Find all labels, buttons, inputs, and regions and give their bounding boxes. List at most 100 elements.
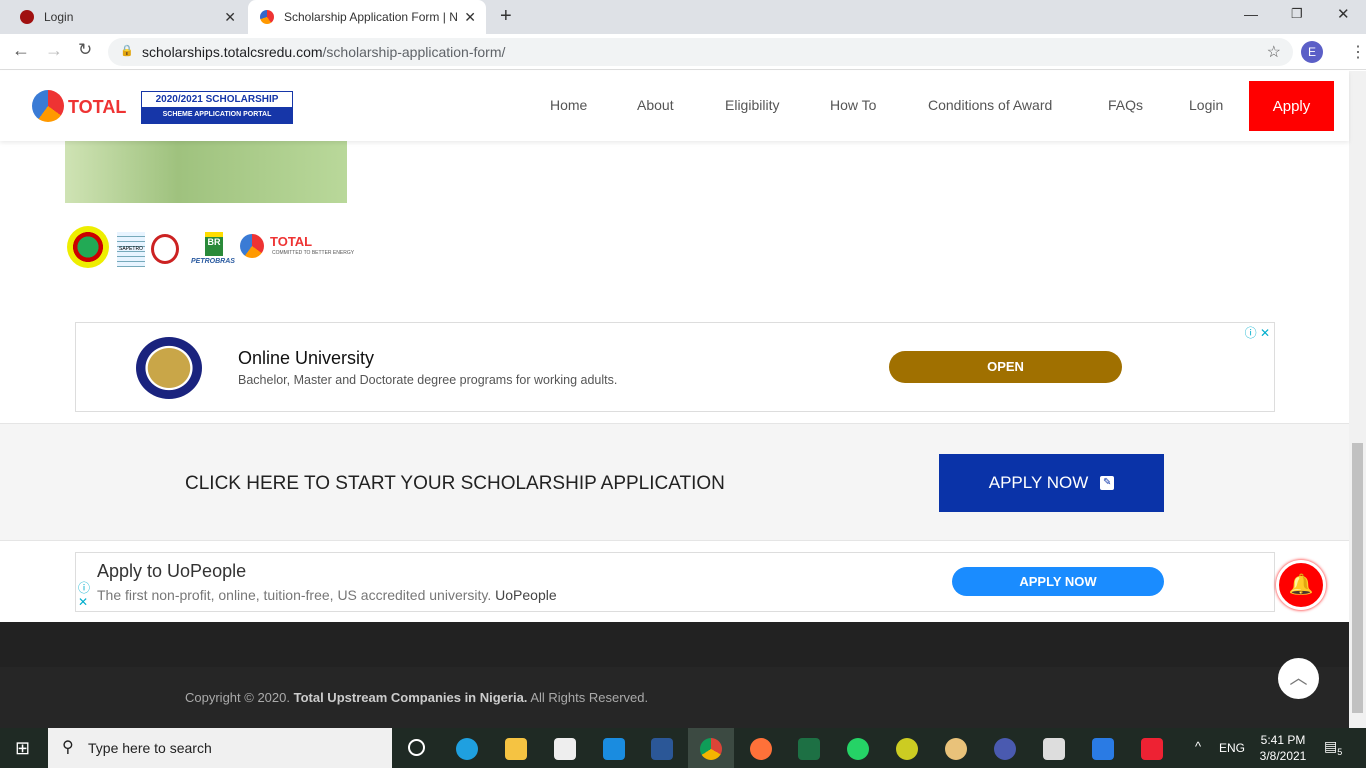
ad-title: Online University — [238, 348, 375, 368]
apply-now-button[interactable]: APPLY NOW ✎ — [939, 454, 1164, 512]
ad-apply-button[interactable]: APPLY NOW — [952, 567, 1164, 596]
favicon-icon — [20, 10, 34, 24]
paint-icon[interactable] — [945, 738, 967, 760]
tray-chevron-icon[interactable]: ^ — [1195, 739, 1201, 754]
url-host: scholarships.totalcsredu.com — [142, 44, 323, 60]
ad-description: Bachelor, Master and Doctorate degree pr… — [238, 373, 618, 387]
bookmark-star-icon[interactable]: ☆ — [1267, 42, 1281, 62]
ad-uopeople[interactable]: ⓘ ✕ Apply to UoPeople The first non-profi… — [75, 552, 1275, 612]
student-image — [65, 141, 347, 203]
total-text: TOTAL — [270, 234, 313, 249]
taskbar: ⊞ ⚲ Type here to search ^ ENG 5:41 PM 3/8/… — [0, 728, 1366, 768]
edge-icon[interactable] — [456, 738, 478, 760]
notification-bell-button[interactable]: 🔔 — [1276, 560, 1326, 610]
tab-title: Scholarship Application Form | N — [284, 10, 458, 24]
d-app-icon[interactable] — [1043, 738, 1065, 760]
mb-icon[interactable] — [994, 738, 1016, 760]
total-logo-icon — [240, 234, 264, 258]
total-tagline: COMMITTED TO BETTER ENERGY — [272, 250, 355, 256]
nav-how-to[interactable]: How To — [830, 97, 876, 113]
action-center-icon[interactable]: ▤5 — [1324, 738, 1342, 757]
page-scrollbar[interactable] — [1349, 71, 1366, 728]
back-icon[interactable]: ← — [12, 40, 30, 61]
nav-about[interactable]: About — [637, 97, 674, 113]
restore-button[interactable]: ❐ — [1291, 6, 1303, 22]
badge-line2: SCHEME APPLICATION PORTAL — [142, 107, 292, 123]
whatsapp-icon[interactable] — [847, 738, 869, 760]
petrobras-logo-icon: BR — [205, 232, 223, 256]
favicon-icon — [260, 10, 274, 24]
search-icon: ⚲ — [62, 739, 74, 756]
url-input[interactable]: 🔒 scholarships.totalcsredu.com/scholarshi… — [108, 38, 1293, 66]
nav-faqs[interactable]: FAQs — [1108, 97, 1143, 113]
ad-open-button[interactable]: OPEN — [889, 351, 1122, 383]
scroll-to-top-button[interactable]: ︿ — [1278, 658, 1319, 699]
nav-conditions[interactable]: Conditions of Award — [928, 97, 1052, 113]
apply-now-label: APPLY NOW — [988, 473, 1089, 492]
clock[interactable]: 5:41 PM 3/8/2021 — [1258, 732, 1308, 764]
ad-brand: UoPeople — [495, 587, 557, 603]
ad-info-close-icon[interactable]: ⓘ ✕ — [78, 581, 90, 609]
apply-button[interactable]: Apply — [1249, 81, 1334, 131]
address-bar-row: ← → ↻ 🔒 scholarships.totalcsredu.com/scho… — [0, 34, 1366, 70]
logo-text: TOTAL — [68, 97, 127, 117]
footer: Copyright © 2020. Total Upstream Compani… — [0, 622, 1349, 728]
university-logo-icon — [136, 337, 202, 399]
tab-login[interactable]: Login ✕ — [8, 0, 246, 34]
nav-home[interactable]: Home — [550, 97, 587, 113]
scrollbar-thumb[interactable] — [1352, 443, 1363, 713]
profile-avatar[interactable]: E — [1301, 41, 1323, 63]
search-placeholder: Type here to search — [88, 740, 212, 756]
cortana-icon[interactable] — [408, 739, 425, 756]
copyright-prefix: Copyright © 2020. — [185, 690, 290, 705]
close-window-button[interactable]: ✕ — [1337, 5, 1350, 23]
edit-icon: ✎ — [1100, 476, 1115, 490]
ad-online-university[interactable]: Online University Bachelor, Master and D… — [75, 322, 1275, 412]
cnooc-logo-icon — [151, 234, 179, 264]
nav-login[interactable]: Login — [1189, 97, 1223, 113]
url-path: /scholarship-application-form/ — [322, 44, 506, 60]
reload-icon[interactable]: ↻ — [78, 40, 92, 60]
store-icon[interactable] — [554, 738, 576, 760]
taskbar-search-input[interactable]: ⚲ Type here to search — [48, 728, 392, 768]
news-app-icon[interactable] — [1141, 738, 1163, 760]
windows-start-icon[interactable]: ⊞ — [15, 738, 30, 759]
tab-title: Login — [44, 10, 74, 24]
menu-icon[interactable]: ⋮ — [1350, 42, 1366, 62]
site-header: TOTAL 2020/2021 SCHOLARSHIP SCHEME APPLI… — [0, 71, 1349, 141]
nav-eligibility[interactable]: Eligibility — [725, 97, 779, 113]
file-explorer-icon[interactable] — [505, 738, 527, 760]
cta-section: CLICK HERE TO START YOUR SCHOLARSHIP APP… — [0, 423, 1349, 541]
chrome-taskbar-button[interactable] — [688, 728, 734, 768]
copyright-suffix: All Rights Reserved. — [530, 690, 649, 705]
close-tab-icon[interactable]: ✕ — [224, 9, 236, 26]
chrome-icon — [700, 738, 722, 760]
language-indicator[interactable]: ENG — [1219, 741, 1245, 755]
mail-icon[interactable] — [603, 738, 625, 760]
notification-count: 5 — [1337, 746, 1343, 757]
cta-text: CLICK HERE TO START YOUR SCHOLARSHIP APP… — [185, 473, 725, 494]
word-icon[interactable] — [651, 738, 673, 760]
ad-info-close-icon[interactable]: ⓘ ✕ — [1245, 324, 1270, 341]
new-tab-button[interactable]: + — [500, 5, 512, 28]
portal-badge: 2020/2021 SCHOLARSHIP SCHEME APPLICATION… — [141, 91, 293, 124]
sapetro-logo: SAPETRO — [117, 232, 145, 267]
wps-icon[interactable] — [1092, 738, 1114, 760]
partner-logos: SAPETRO BR PETROBRAS TOTAL COMMITTED TO … — [65, 224, 355, 272]
badge-line1: 2020/2021 SCHOLARSHIP — [142, 92, 292, 107]
clock-date: 3/8/2021 — [1259, 749, 1307, 763]
footer-top-band — [0, 622, 1349, 667]
lock-icon: 🔒 — [120, 45, 134, 57]
excel-icon[interactable] — [798, 738, 820, 760]
close-tab-icon[interactable]: ✕ — [464, 9, 476, 26]
ad-description: The first non-profit, online, tuition-fr… — [97, 587, 492, 603]
clock-time: 5:41 PM — [1260, 733, 1306, 747]
tab-strip: Login ✕ Scholarship Application Form | N ✕… — [0, 0, 1366, 34]
app-badge-icon[interactable] — [896, 738, 918, 760]
firefox-icon[interactable] — [750, 738, 772, 760]
forward-icon[interactable]: → — [45, 40, 63, 61]
total-logo-icon — [32, 90, 64, 122]
petrobras-text: PETROBRAS — [191, 258, 235, 265]
tab-scholarship[interactable]: Scholarship Application Form | N ✕ — [248, 0, 486, 34]
minimize-button[interactable]: — — [1244, 6, 1258, 22]
